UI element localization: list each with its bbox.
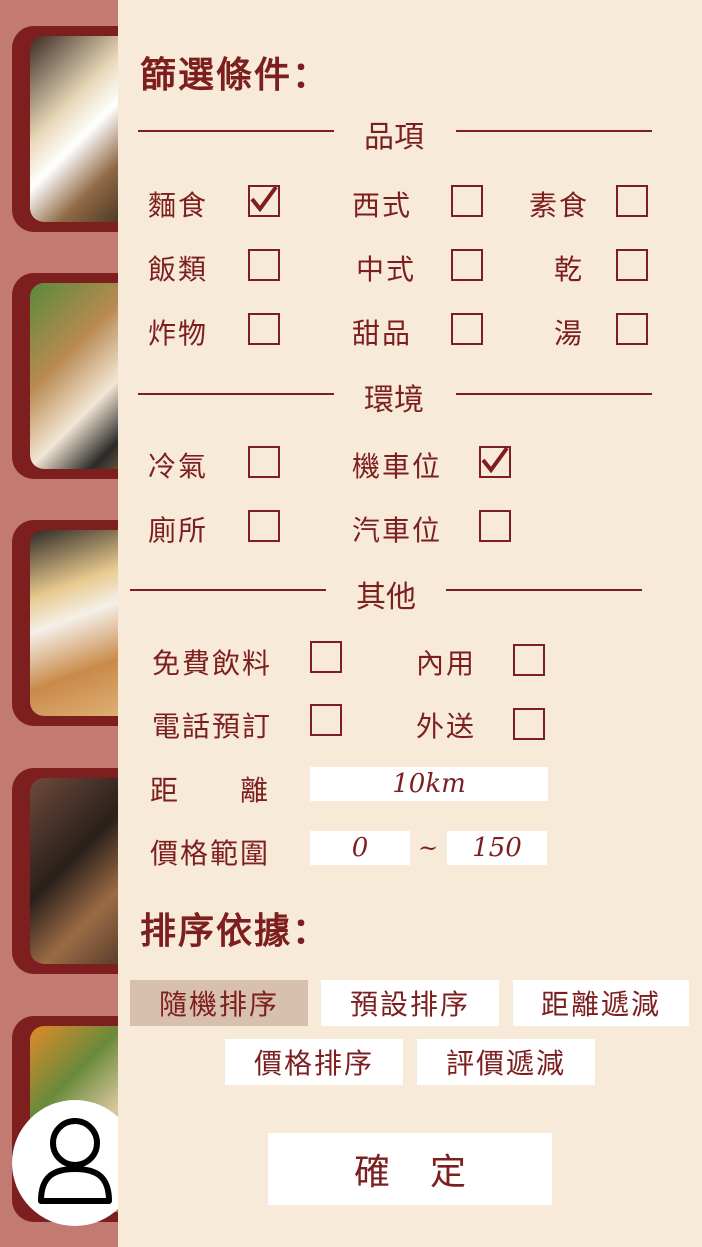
checkbox-rice[interactable] — [248, 249, 280, 281]
price-range-label: 價格範圍 — [150, 837, 271, 870]
checkmark-icon — [480, 445, 510, 479]
checkbox-chinese[interactable] — [451, 249, 483, 281]
checkbox-delivery[interactable] — [513, 708, 545, 740]
price-range-separator: ~ — [418, 834, 439, 862]
checkbox-vegetarian[interactable] — [616, 185, 648, 217]
divider — [138, 130, 334, 132]
sort-default-button[interactable]: 預設排序 — [321, 980, 499, 1026]
checkbox-western[interactable] — [451, 185, 483, 217]
distance-label: 距 離 — [150, 774, 271, 807]
checkmark-icon — [249, 184, 279, 218]
checkbox-phone-reservation[interactable] — [310, 704, 342, 736]
checkbox-dine-in[interactable] — [513, 644, 545, 676]
checkbox-noodles[interactable] — [248, 185, 280, 217]
sort-random-button[interactable]: 隨機排序 — [130, 980, 308, 1026]
option-label-dry: 乾 — [554, 253, 585, 286]
divider — [138, 393, 334, 395]
filter-panel: 篩選條件： 品項 麵食 西式 素食 飯類 中式 乾 炸物 甜品 湯 環境 冷氣 … — [118, 0, 702, 1247]
option-label-free-drinks: 免費飲料 — [152, 647, 273, 680]
option-label-soup: 湯 — [554, 317, 585, 350]
section-title-category: 品項 — [364, 120, 424, 155]
checkbox-dessert[interactable] — [451, 313, 483, 345]
option-label-vegetarian: 素食 — [529, 189, 590, 222]
checkbox-air-conditioning[interactable] — [248, 446, 280, 478]
checkbox-car-parking[interactable] — [479, 510, 511, 542]
sort-price-button[interactable]: 價格排序 — [225, 1039, 403, 1085]
sort-distance-button[interactable]: 距離遞減 — [513, 980, 689, 1026]
option-label-phone-reservation: 電話預訂 — [152, 710, 273, 743]
confirm-button[interactable]: 確定 — [268, 1133, 552, 1205]
option-label-fried: 炸物 — [148, 317, 209, 350]
option-label-car-parking: 汽車位 — [352, 514, 443, 547]
sort-rating-button[interactable]: 評價遞減 — [417, 1039, 595, 1085]
option-label-dessert: 甜品 — [352, 317, 413, 350]
section-title-other: 其他 — [356, 580, 416, 615]
section-title-environment: 環境 — [364, 383, 424, 418]
checkbox-restroom[interactable] — [248, 510, 280, 542]
option-label-air-conditioning: 冷氣 — [148, 450, 209, 483]
checkbox-fried[interactable] — [248, 313, 280, 345]
distance-input[interactable]: 10km — [310, 767, 548, 801]
option-label-dine-in: 內用 — [416, 647, 477, 680]
divider — [446, 589, 642, 591]
filter-heading: 篩選條件： — [140, 54, 331, 96]
option-label-scooter-parking: 機車位 — [352, 450, 443, 483]
user-icon — [35, 1115, 115, 1211]
option-label-western: 西式 — [352, 189, 413, 222]
option-label-rice: 飯類 — [148, 253, 209, 286]
checkbox-soup[interactable] — [616, 313, 648, 345]
checkbox-scooter-parking[interactable] — [479, 446, 511, 478]
checkbox-free-drinks[interactable] — [310, 641, 342, 673]
price-max-input[interactable]: 150 — [447, 831, 547, 865]
divider — [456, 393, 652, 395]
divider — [130, 589, 326, 591]
divider — [456, 130, 652, 132]
option-label-restroom: 廁所 — [148, 514, 209, 547]
option-label-noodles: 麵食 — [148, 189, 209, 222]
option-label-delivery: 外送 — [416, 710, 477, 743]
checkbox-dry[interactable] — [616, 249, 648, 281]
option-label-chinese: 中式 — [356, 253, 417, 286]
sort-heading: 排序依據： — [140, 910, 331, 952]
price-min-input[interactable]: 0 — [310, 831, 410, 865]
